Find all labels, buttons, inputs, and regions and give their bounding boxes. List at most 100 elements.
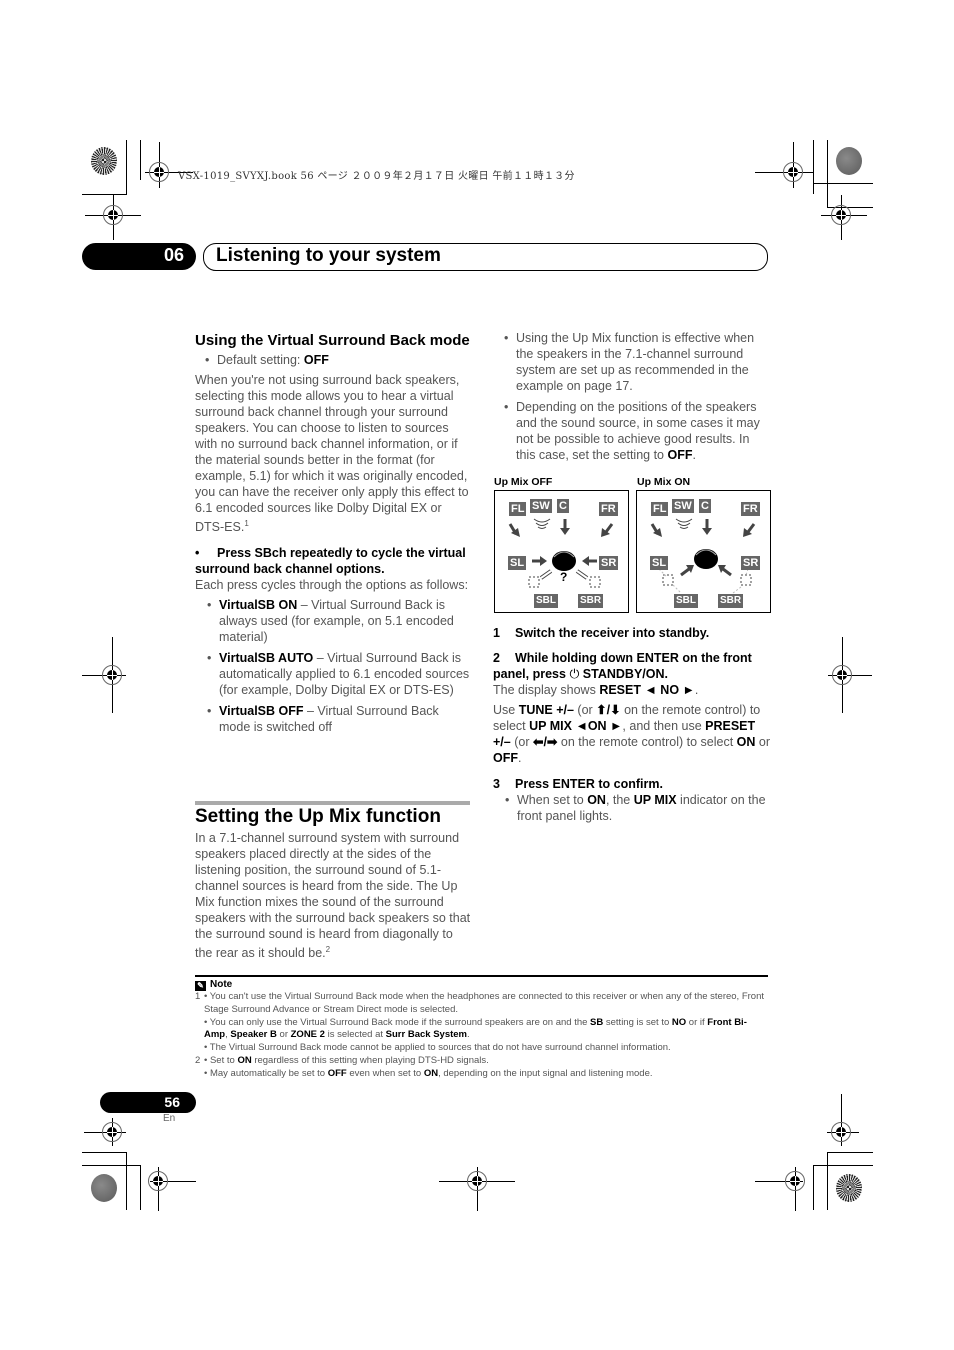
speaker-c: C [699, 499, 711, 513]
option-item: VirtualSB ON – Virtual Surround Back is … [205, 597, 473, 645]
crop-mark [813, 183, 873, 184]
section-divider [195, 801, 470, 805]
up-down-arrow-icon: ⬆/⬇ [596, 703, 621, 717]
crop-mark [82, 1165, 141, 1166]
footnote-number: 1 [195, 991, 201, 1002]
note-text: Surr Back System [385, 1029, 467, 1041]
note-text: ON [423, 1067, 439, 1079]
arrow-icon [560, 528, 570, 535]
note-text: or [276, 1029, 291, 1041]
upmix-note-item: Using the Up Mix function is effective w… [502, 330, 772, 394]
speaker-sw: SW [672, 499, 694, 513]
crop-mark [813, 140, 814, 194]
note-text: • You can only use the Virtual Surround … [204, 1016, 591, 1028]
footnote-number: 2 [195, 1054, 201, 1066]
crop-mark [82, 194, 127, 195]
color-target-top-right [836, 147, 862, 175]
option-item: VirtualSB OFF – Virtual Surround Back mo… [205, 703, 473, 735]
speaker-fr: FR [599, 502, 618, 516]
page-number-badge: 56 [100, 1092, 196, 1113]
diagram-upmix-off: FL SW C FR SL SR SBL SBR ? [494, 490, 629, 613]
instruction-sbch: • Press SBch repeatedly to cycle the virt… [195, 546, 466, 577]
chapter-title: Listening to your system [216, 245, 441, 266]
crop-mark [126, 1152, 127, 1210]
speaker-sr: SR [599, 556, 619, 570]
print-header: VSX-1019_SVYXJ.book 56 ページ ２００９年２月１７日 火曜… [178, 171, 575, 182]
empty-speaker-slot [662, 574, 674, 586]
note-text: even when set to [346, 1067, 424, 1079]
speaker-fl: FL [509, 502, 527, 516]
speaker-sbr: SBR [718, 594, 744, 608]
crop-mark [813, 1165, 814, 1210]
color-target-bottom-right [836, 1174, 862, 1202]
note-lines: 1 • You can't use the Virtual Surround Ba… [195, 991, 770, 1081]
speaker-sw: SW [530, 499, 552, 513]
note-divider [195, 975, 768, 977]
chapter-number: 06 [163, 245, 184, 265]
listener-head-icon [694, 549, 718, 569]
crop-mark [827, 1152, 873, 1153]
step-1: 1 Switch the receiver into standby. [493, 626, 710, 640]
question-mark: ? [560, 570, 568, 584]
footnote-ref: 2 [325, 945, 331, 954]
note-line: • The Virtual Surround Back mode cannot … [195, 1042, 770, 1055]
speaker-sbl: SBL [534, 594, 558, 608]
note-text: SB [590, 1016, 604, 1028]
speaker-sl: SL [508, 556, 527, 570]
note-text: regardless of this setting when playing … [251, 1054, 489, 1066]
upmix-note-item: Depending on the positions of the speake… [502, 399, 772, 463]
section-heading-virtual-sb: Using the Virtual Surround Back mode [195, 332, 470, 349]
note-text: • You can't use the Virtual Surround Bac… [204, 991, 765, 1015]
note-text: or if [686, 1016, 708, 1028]
note-text: OFF [327, 1067, 347, 1079]
empty-speaker-slot [528, 576, 540, 588]
language-label: En [163, 1113, 176, 1124]
crop-mark [813, 1165, 873, 1166]
diagram-label-upmix-on: Up Mix ON [637, 476, 691, 488]
note-line: 2 • Set to ON regardless of this setting … [195, 1055, 770, 1068]
pencil-icon: ✎ [195, 981, 206, 991]
note-text: • The Virtual Surround Back mode cannot … [204, 1042, 671, 1054]
option-item: VirtualSB AUTO – Virtual Surround Back i… [205, 650, 473, 698]
speaker-sbl: SBL [674, 594, 698, 608]
note-text: setting is set to [603, 1016, 672, 1028]
note-text: • Set to [204, 1054, 238, 1066]
note-text: ON [237, 1054, 252, 1066]
standby-icon: ⏻ [569, 667, 580, 681]
step-3-note: When set to ON, the UP MIX indicator on … [503, 792, 773, 824]
page-number: 56 [164, 1094, 180, 1110]
diagram-label-upmix-off: Up Mix OFF [494, 476, 553, 488]
crop-mark [126, 140, 127, 194]
speaker-fr: FR [741, 502, 760, 516]
empty-speaker-slot [589, 576, 601, 588]
section-heading-upmix: Setting the Up Mix function [195, 806, 441, 827]
crop-mark [140, 1165, 141, 1210]
step-2: 2 While holding down ENTER on the front p… [493, 651, 752, 681]
note-section: ✎ Note 1 • You can't use the Virtual Surro… [195, 978, 770, 1081]
speaker-sr: SR [741, 556, 761, 570]
crop-mark [82, 1152, 127, 1153]
diagram-upmix-on: FL SW C FR SL SR SBL SBR [636, 490, 771, 613]
left-right-arrow-icon: ⬅/➡ [532, 735, 558, 749]
note-text: ZONE 2 [290, 1029, 325, 1041]
arrow-icon [540, 556, 547, 566]
instruction-followup: Each press cycles through the options as… [195, 578, 469, 593]
color-target-top-left [91, 147, 117, 175]
note-text: is selected at [324, 1029, 386, 1041]
right-column-bullets: Using the Up Mix function is effective w… [502, 330, 772, 463]
note-text: NO [671, 1016, 687, 1028]
crop-mark [827, 1152, 828, 1210]
chapter-number-badge: 06 [82, 243, 196, 270]
upmix-paragraph: In a 7.1-channel surround system with su… [195, 831, 471, 961]
virtual-sb-paragraph: When you're not using surround back spea… [195, 373, 469, 535]
note-line: • You can only use the Virtual Surround … [195, 1017, 770, 1043]
step-3: 3 Press ENTER to confirm. [493, 777, 663, 791]
chapter-title-box: Listening to your system [203, 243, 768, 271]
subwoofer-wave-icon [533, 518, 551, 529]
upmix-steps: 1 Switch the receiver into standby. 2 Whil… [493, 625, 773, 824]
note-text: , depending on the input signal and list… [438, 1067, 653, 1079]
arrow-icon [582, 556, 589, 566]
speaker-sl: SL [650, 556, 669, 570]
tune-preset-instructions: Use TUNE +/– (or ⬆/⬇ on the remote contr… [493, 703, 770, 765]
note-text: Speaker B [230, 1029, 277, 1041]
